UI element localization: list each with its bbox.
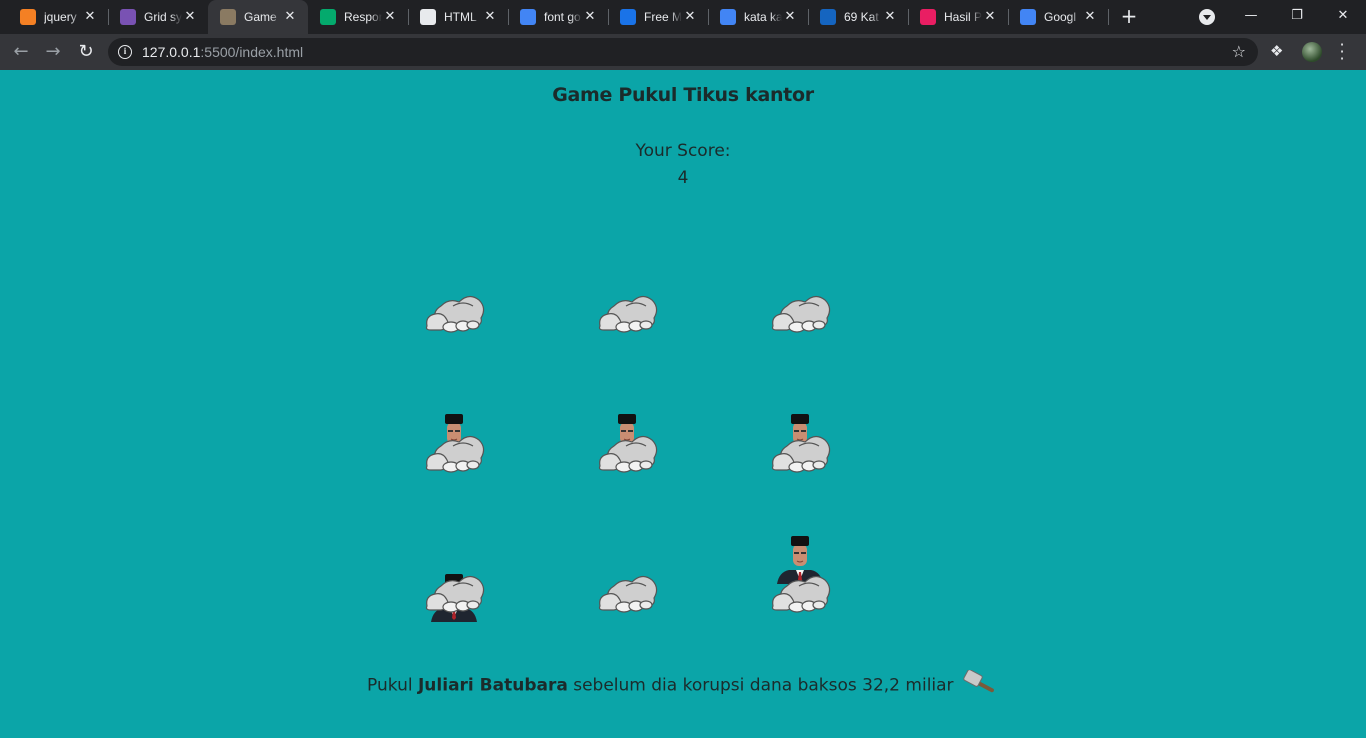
tab-title: jquery <box>44 10 77 24</box>
google-icon <box>720 9 736 25</box>
address-bar[interactable]: i 127.0.0.1:5500/index.html ☆ <box>108 38 1258 66</box>
mole-hole[interactable] <box>769 536 831 620</box>
extensions-puzzle-icon[interactable]: ❖ <box>1270 42 1283 60</box>
browser-tab[interactable]: font go ✕ <box>508 0 609 34</box>
rock-icon <box>771 295 831 333</box>
mole-hole[interactable] <box>596 414 658 480</box>
game-page: Game Pukul Tikus kantor Your Score: 4 Pu… <box>0 70 1366 738</box>
mole-hole[interactable] <box>423 276 485 340</box>
restore-icon[interactable]: ❐ <box>1282 4 1312 28</box>
tab-title: Game <box>244 10 277 24</box>
browser-menu-icon[interactable]: · · · <box>1338 37 1346 67</box>
browser-toolbar: ← → ↻ i 127.0.0.1:5500/index.html ☆ <box>0 34 1366 70</box>
close-tab-icon[interactable]: ✕ <box>182 8 198 24</box>
game-icon <box>220 9 236 25</box>
rock-icon <box>598 575 658 613</box>
google-icon <box>520 9 536 25</box>
tab-title: Googl <box>1044 10 1077 24</box>
close-tab-icon[interactable]: ✕ <box>982 8 998 24</box>
close-tab-icon[interactable]: ✕ <box>82 8 98 24</box>
close-tab-icon[interactable]: ✕ <box>682 8 698 24</box>
back-icon[interactable]: ← <box>9 40 33 64</box>
stackoverflow-icon <box>20 9 36 25</box>
mole-character-icon <box>771 536 831 613</box>
j-icon <box>820 9 836 25</box>
bootstrap-icon <box>120 9 136 25</box>
mole-hole[interactable] <box>769 276 831 340</box>
tab-title: Respon <box>344 10 382 24</box>
browser-tab[interactable]: kata ka ✕ <box>708 0 809 34</box>
mole-character-icon <box>771 414 831 473</box>
browser-tab-strip: + — ❐ ✕ jquery ✕ Grid sy ✕ Game ✕ Respon ✕ HTML ✕… <box>0 0 1366 34</box>
profile-avatar[interactable] <box>1302 42 1322 62</box>
tab-title: HTML <box>444 10 477 24</box>
globe-icon <box>420 9 436 25</box>
bookmark-star-icon[interactable]: ☆ <box>1232 42 1246 61</box>
close-tab-icon[interactable]: ✕ <box>482 8 498 24</box>
tab-search-icon[interactable] <box>1199 9 1215 25</box>
target-name: Juliari Batubara <box>417 675 568 696</box>
browser-tab[interactable]: jquery ✕ <box>8 0 109 34</box>
browser-tab[interactable]: HTML ✕ <box>408 0 509 34</box>
close-tab-icon[interactable]: ✕ <box>382 8 398 24</box>
mole-character-icon <box>598 414 658 473</box>
tab-title: 69 Kat <box>844 10 879 24</box>
site-info-icon[interactable]: i <box>118 45 132 59</box>
tab-title: Hasil P <box>944 10 982 24</box>
browser-tab[interactable]: Free M ✕ <box>608 0 709 34</box>
mole-hole[interactable] <box>596 556 658 620</box>
minimize-icon[interactable]: — <box>1236 4 1266 28</box>
mole-character-icon <box>425 574 485 622</box>
mole-hole[interactable] <box>423 414 485 480</box>
hammer-icon <box>963 669 999 701</box>
browser-tab[interactable]: Respon ✕ <box>308 0 409 34</box>
score-value: 4 <box>677 168 689 188</box>
url-text: 127.0.0.1:5500/index.html <box>142 44 304 60</box>
pinwheel-icon <box>920 9 936 25</box>
w3schools-icon <box>320 9 336 25</box>
page-title: Game Pukul Tikus kantor <box>552 84 814 106</box>
tab-title: font go <box>544 10 581 24</box>
mole-character-icon <box>425 414 485 473</box>
close-tab-icon[interactable]: ✕ <box>582 8 598 24</box>
close-tab-icon[interactable]: ✕ <box>282 8 298 24</box>
mole-hole[interactable] <box>596 276 658 340</box>
forward-icon[interactable]: → <box>41 40 65 64</box>
new-tab-button[interactable]: + <box>1118 6 1140 28</box>
tab-title: Grid sy <box>144 10 182 24</box>
mole-hole[interactable] <box>769 414 831 480</box>
reload-icon[interactable]: ↻ <box>74 40 98 64</box>
tab-title: Free M <box>644 10 682 24</box>
close-tab-icon[interactable]: ✕ <box>882 8 898 24</box>
link-icon <box>620 9 636 25</box>
instruction-text: Pukul Juliari Batubara sebelum dia korup… <box>0 669 1366 701</box>
close-tab-icon[interactable]: ✕ <box>1082 8 1098 24</box>
mole-hole[interactable] <box>423 556 485 622</box>
score-label: Your Score: <box>635 141 731 161</box>
browser-tab[interactable]: 69 Kat ✕ <box>808 0 909 34</box>
translate-icon <box>1020 9 1036 25</box>
browser-tab[interactable]: Grid sy ✕ <box>108 0 209 34</box>
browser-tab[interactable]: Game ✕ <box>208 0 308 34</box>
rock-icon <box>425 295 485 333</box>
tab-title: kata ka <box>744 10 782 24</box>
browser-tab[interactable]: Hasil P ✕ <box>908 0 1009 34</box>
close-tab-icon[interactable]: ✕ <box>782 8 798 24</box>
close-window-icon[interactable]: ✕ <box>1328 4 1358 28</box>
browser-tab[interactable]: Googl ✕ <box>1008 0 1109 34</box>
rock-icon <box>598 295 658 333</box>
